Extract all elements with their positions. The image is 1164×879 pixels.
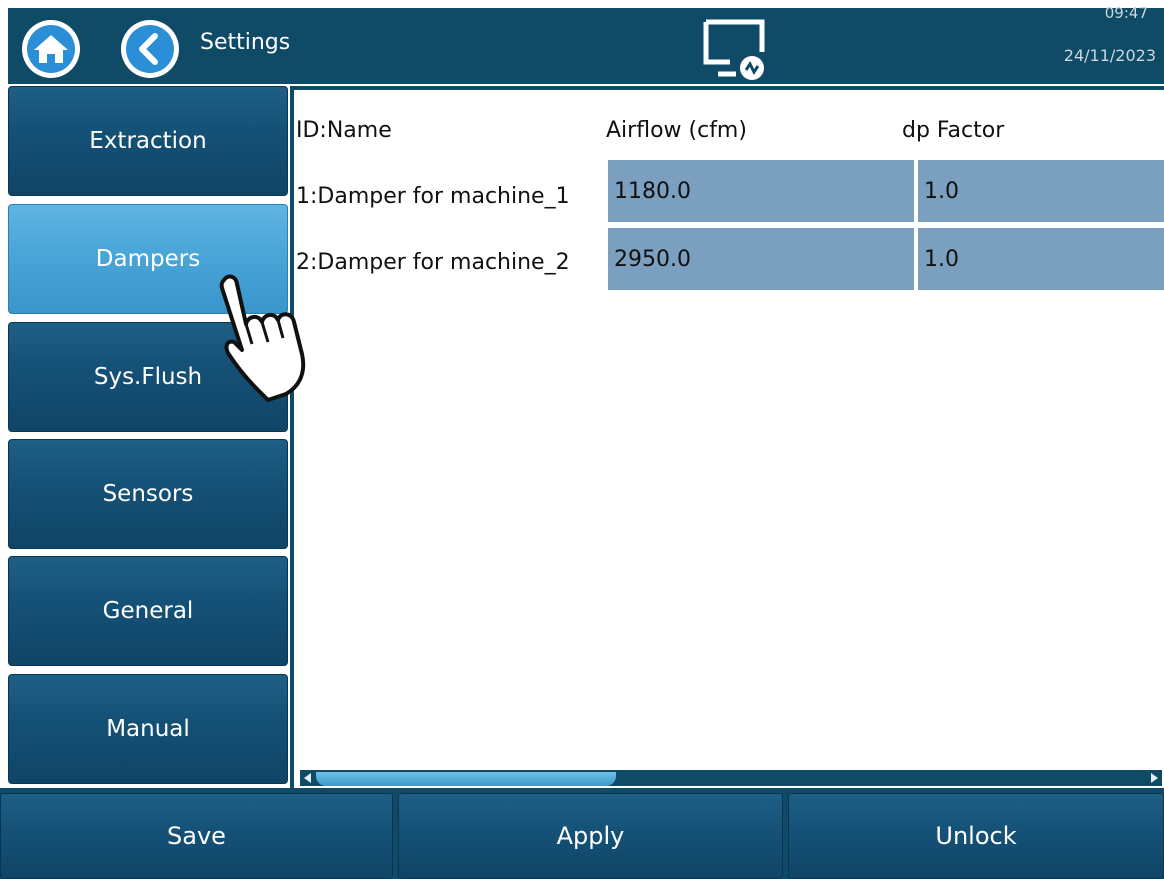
row-1-airflow-cell[interactable]: 1180.0 (608, 160, 914, 222)
bottom-bar: Save Apply Unlock (0, 788, 1164, 879)
remote-desktop-icon[interactable] (700, 16, 772, 82)
sidebar-item-label: Sensors (102, 481, 194, 507)
sidebar-item-manual[interactable]: Manual (8, 674, 288, 784)
sidebar: Extraction Dampers Sys.Flush Sensors Gen… (8, 86, 290, 788)
row-2-name: 2:Damper for machine_2 (296, 250, 570, 275)
back-button[interactable] (121, 20, 179, 78)
home-icon (24, 22, 78, 76)
sidebar-item-label: General (102, 598, 194, 624)
column-header-name: ID:Name (296, 118, 392, 143)
apply-button[interactable]: Apply (398, 793, 783, 879)
apply-button-label: Apply (556, 822, 625, 850)
scroll-right-icon[interactable] (1151, 773, 1158, 783)
unlock-button-label: Unlock (935, 822, 1017, 850)
column-header-dp-factor: dp Factor (902, 118, 1005, 143)
clock-date: 24/11/2023 (1063, 46, 1156, 65)
row-2-dp-factor-cell[interactable]: 1.0 (918, 228, 1164, 290)
row-1-dp-factor-cell[interactable]: 1.0 (918, 160, 1164, 222)
save-button-label: Save (167, 822, 226, 850)
unlock-button[interactable]: Unlock (788, 793, 1164, 879)
row-1-name: 1:Damper for machine_1 (296, 184, 570, 209)
sidebar-item-label: Extraction (89, 128, 207, 154)
scroll-left-icon[interactable] (304, 773, 311, 783)
sidebar-item-label: Manual (106, 716, 190, 742)
sidebar-item-label: Sys.Flush (93, 364, 203, 390)
sidebar-item-sensors[interactable]: Sensors (8, 439, 288, 549)
home-button[interactable] (22, 20, 80, 78)
save-button[interactable]: Save (0, 793, 393, 879)
dampers-table: ID:Name Airflow (cfm) dp Factor 1:Damper… (290, 86, 1164, 789)
chevron-left-icon (123, 22, 177, 76)
pointer-hand-icon (219, 274, 306, 402)
sidebar-item-general[interactable]: General (8, 556, 288, 666)
column-header-airflow: Airflow (cfm) (606, 118, 747, 143)
top-bar: Settings 09:47 24/11/2023 (8, 4, 1164, 84)
page-title: Settings (200, 30, 291, 55)
scrollbar-thumb[interactable] (316, 772, 616, 786)
horizontal-scrollbar[interactable] (300, 770, 1162, 786)
sidebar-item-label: Dampers (95, 246, 201, 272)
clock-time: 09:47 (1104, 4, 1148, 22)
row-2-airflow-cell[interactable]: 2950.0 (608, 228, 914, 290)
sidebar-item-extraction[interactable]: Extraction (8, 86, 288, 196)
